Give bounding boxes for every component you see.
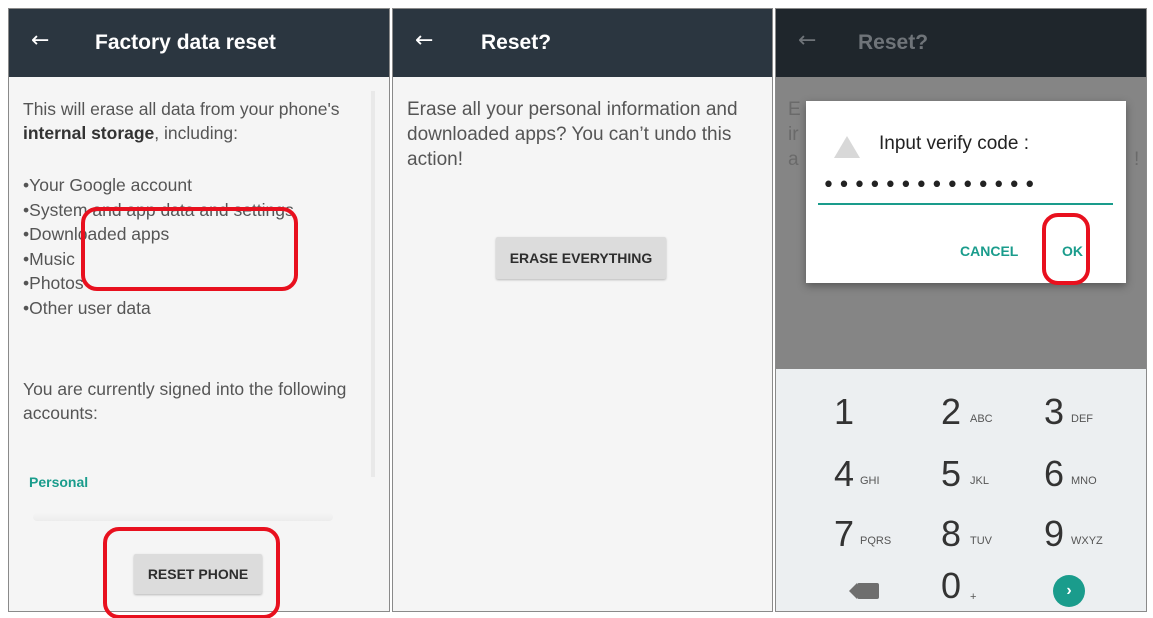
key-0[interactable]: 0 + [941, 559, 1051, 611]
app-bar: ← Reset? [776, 9, 1146, 77]
page-title: Reset? [481, 31, 552, 54]
confirm-message: Erase all your personal information and … [407, 99, 738, 170]
key-letters: + [970, 591, 977, 603]
key-9[interactable]: 9 WXYZ [1044, 507, 1146, 563]
factory-reset-screen: ← Factory data reset This will erase all… [8, 8, 390, 612]
key-letters: ABC [970, 413, 993, 425]
page-title: Factory data reset [95, 31, 276, 54]
back-arrow-icon[interactable]: ← [415, 29, 433, 53]
app-bar: ← Factory data reset [9, 9, 389, 77]
key-4[interactable]: 4 GHI [834, 447, 944, 503]
background-text: a [788, 149, 799, 170]
numeric-keypad: 1 2 ABC 3 DEF 4 GHI 5 JKL 6 MNO 7 PQRS 8… [776, 369, 1146, 611]
key-digit: 5 [941, 453, 962, 494]
key-digit: 2 [941, 391, 962, 432]
key-digit: 6 [1044, 453, 1065, 494]
account-section-label: Personal [29, 474, 89, 490]
verify-code-screen: ← Reset? E ir a ! Input verify code : ••… [775, 8, 1147, 612]
key-digit: 4 [834, 453, 855, 494]
key-1[interactable]: 1 [834, 385, 944, 441]
key-2[interactable]: 2 ABC [941, 385, 1051, 441]
faded-account-row [33, 513, 333, 521]
scrollbar[interactable] [371, 91, 375, 477]
erase-everything-button[interactable]: ERASE EVERYTHING [496, 237, 666, 279]
background-text: ! [1134, 149, 1140, 170]
highlight-box [1042, 213, 1090, 285]
warning-icon [834, 136, 860, 158]
key-letters: GHI [860, 475, 880, 487]
key-5[interactable]: 5 JKL [941, 447, 1051, 503]
key-letters: MNO [1071, 475, 1097, 487]
back-arrow-icon: ← [798, 28, 817, 53]
background-text: E [788, 99, 801, 120]
intro-text: This will erase all data from your phone… [23, 97, 373, 145]
back-arrow-icon[interactable]: ← [31, 29, 49, 53]
key-digit: 9 [1044, 513, 1065, 554]
dialog-title: Input verify code : [879, 133, 1029, 154]
intro-bold: internal storage [23, 123, 155, 143]
highlight-box [81, 207, 298, 291]
key-letters: TUV [970, 535, 992, 547]
key-letters: DEF [1071, 413, 1093, 425]
key-digit: 0 [941, 565, 962, 606]
intro-prefix: This will erase all data from your phone… [23, 99, 340, 119]
key-digit: 1 [834, 391, 855, 432]
go-arrow-icon[interactable]: › [1053, 575, 1085, 607]
highlight-box [103, 527, 280, 618]
list-item: Other user data [23, 296, 294, 321]
cancel-button[interactable]: CANCEL [960, 243, 1018, 259]
list-item: Your Google account [23, 173, 294, 198]
intro-suffix: , including: [154, 123, 238, 143]
key-6[interactable]: 6 MNO [1044, 447, 1146, 503]
signed-in-text: You are currently signed into the follow… [23, 379, 347, 423]
key-8[interactable]: 8 TUV [941, 507, 1051, 563]
key-7[interactable]: 7 PQRS [834, 507, 944, 563]
key-digit: 3 [1044, 391, 1065, 432]
app-bar: ← Reset? [393, 9, 772, 77]
backspace-icon[interactable] [849, 583, 879, 599]
verify-code-input[interactable]: •••••••••••••• [818, 167, 1113, 205]
key-letters: JKL [970, 475, 989, 487]
key-letters: WXYZ [1071, 535, 1103, 547]
key-digit: 8 [941, 513, 962, 554]
key-letters: PQRS [860, 535, 892, 547]
page-title: Reset? [858, 31, 929, 54]
background-text: ir [788, 124, 799, 145]
key-3[interactable]: 3 DEF [1044, 385, 1146, 441]
reset-confirm-screen: ← Reset? Erase all your personal informa… [392, 8, 773, 612]
key-digit: 7 [834, 513, 855, 554]
